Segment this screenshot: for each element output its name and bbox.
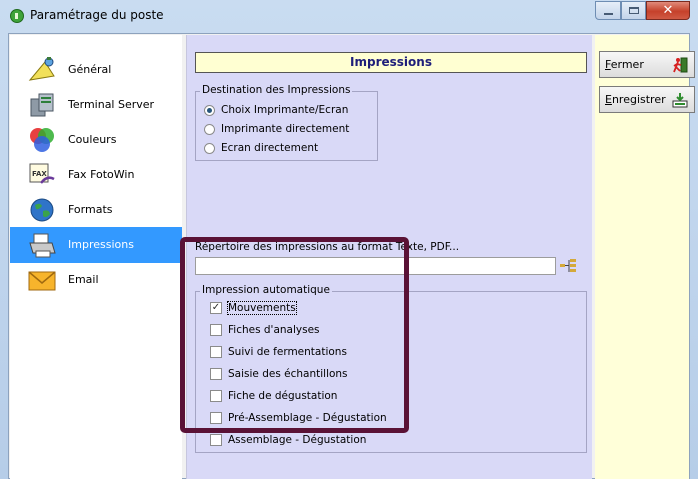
checkbox[interactable]	[210, 412, 222, 424]
enregistrer-button-label: Enregistrer	[605, 93, 666, 106]
checkbox-label: Saisie des échantillons	[228, 368, 348, 380]
minimize-icon	[604, 13, 613, 15]
checkbox-suivi-fermentations[interactable]: Suivi de fermentations	[210, 343, 347, 361]
sidebar-item-fax-fotowin[interactable]: FAX Fax FotoWin	[10, 157, 182, 193]
caption-buttons: ✕	[595, 1, 690, 21]
folder-browse-icon[interactable]	[559, 257, 577, 275]
general-icon	[28, 57, 55, 81]
sidebar-item-email[interactable]: Email	[10, 262, 182, 298]
directory-label: Répertoire des impressions au format Tex…	[195, 241, 460, 253]
sidebar-item-label: Terminal Server	[68, 98, 155, 111]
checkbox-mouvements[interactable]: Mouvements	[210, 299, 297, 317]
minimize-button[interactable]	[595, 1, 621, 20]
globe-icon	[30, 198, 54, 222]
checkbox-label: Mouvements	[227, 301, 297, 315]
checkbox[interactable]	[210, 302, 222, 314]
exit-icon	[673, 57, 688, 73]
sidebar-item-general[interactable]: Général	[10, 52, 182, 88]
radio-label: Ecran directement	[221, 142, 319, 154]
checkbox[interactable]	[210, 368, 222, 380]
enregistrer-label-rest: nregistrer	[611, 93, 666, 106]
auto-print-group: Impression automatique Mouvements Fiches…	[195, 284, 587, 453]
checkbox-label: Fiches d'analyses	[228, 324, 320, 336]
radio-button[interactable]	[204, 142, 215, 154]
sidebar-item-label: Couleurs	[68, 133, 117, 146]
checkbox[interactable]	[210, 324, 222, 336]
envelope-icon	[28, 271, 56, 291]
radio-label: Choix Imprimante/Ecran	[221, 104, 349, 116]
sidebar-item-label: Impressions	[68, 238, 134, 251]
sidebar-item-label: Général	[68, 63, 112, 76]
checkbox-fiche-degustation[interactable]: Fiche de dégustation	[210, 387, 337, 405]
checkbox-saisie-echantillons[interactable]: Saisie des échantillons	[210, 365, 348, 383]
close-window-button[interactable]: ✕	[646, 1, 690, 20]
app-icon	[10, 9, 24, 23]
checkbox-label: Fiche de dégustation	[228, 390, 338, 402]
sidebar-item-terminal-server[interactable]: Terminal Server	[10, 87, 182, 123]
directory-input[interactable]	[195, 257, 556, 275]
impressions-panel: Impressions Destination des Impressions …	[186, 35, 592, 479]
destination-group: Destination des Impressions Choix Imprim…	[195, 84, 378, 161]
sidebar-item-label: Email	[68, 273, 99, 286]
radio-choix-imprimante-ecran[interactable]: Choix Imprimante/Ecran	[204, 102, 348, 118]
checkbox-label: Assemblage - Dégustation	[228, 434, 367, 446]
auto-print-group-title: Impression automatique	[200, 284, 332, 296]
window-title: Paramétrage du poste	[30, 8, 164, 22]
fermer-button[interactable]: Fermer	[599, 51, 695, 78]
enregistrer-mnemonic: E	[605, 93, 612, 106]
save-icon	[672, 93, 688, 108]
sidebar-item-colors[interactable]: Couleurs	[10, 122, 182, 158]
radio-ecran-directement[interactable]: Ecran directement	[204, 140, 318, 156]
close-icon: ✕	[662, 3, 674, 18]
checkbox-pre-assemblage-degustation[interactable]: Pré-Assemblage - Dégustation	[210, 409, 387, 427]
checkbox-label: Pré-Assemblage - Dégustation	[228, 412, 387, 424]
app-window: Paramétrage du poste ✕ Général Terminal …	[0, 0, 698, 479]
destination-group-title: Destination des Impressions	[200, 84, 353, 96]
enregistrer-button[interactable]: Enregistrer	[599, 86, 695, 113]
fermer-label-rest: ermer	[610, 58, 644, 71]
radio-imprimante-directement[interactable]: Imprimante directement	[204, 121, 349, 137]
maximize-icon	[629, 7, 639, 14]
colors-icon	[30, 128, 54, 152]
sidebar-item-label: Fax FotoWin	[68, 168, 135, 181]
section-header: Impressions	[195, 52, 587, 73]
radio-button[interactable]	[204, 123, 215, 135]
sidebar: Général Terminal Server Couleurs FAX Fax…	[10, 35, 182, 479]
checkbox[interactable]	[210, 390, 222, 402]
fermer-button-label: Fermer	[605, 58, 644, 71]
maximize-button[interactable]	[621, 1, 646, 20]
fax-icon: FAX	[29, 163, 55, 184]
printer-icon	[29, 233, 56, 258]
sidebar-item-impressions[interactable]: Impressions	[10, 227, 182, 263]
checkbox-label: Suivi de fermentations	[228, 346, 347, 358]
button-column: Fermer Enregistrer	[595, 35, 695, 479]
svg-text:FAX: FAX	[32, 170, 47, 178]
checkbox[interactable]	[210, 434, 222, 446]
window-client: Général Terminal Server Couleurs FAX Fax…	[8, 33, 695, 479]
title-bar[interactable]: Paramétrage du poste ✕	[0, 0, 698, 32]
radio-button[interactable]	[204, 104, 215, 116]
sidebar-item-formats[interactable]: Formats	[10, 192, 182, 228]
checkbox-fiches-analyses[interactable]: Fiches d'analyses	[210, 321, 320, 339]
terminal-server-icon	[30, 93, 54, 117]
sidebar-item-label: Formats	[68, 203, 113, 216]
radio-label: Imprimante directement	[221, 123, 350, 135]
checkbox[interactable]	[210, 346, 222, 358]
checkbox-assemblage-degustation[interactable]: Assemblage - Dégustation	[210, 431, 366, 449]
